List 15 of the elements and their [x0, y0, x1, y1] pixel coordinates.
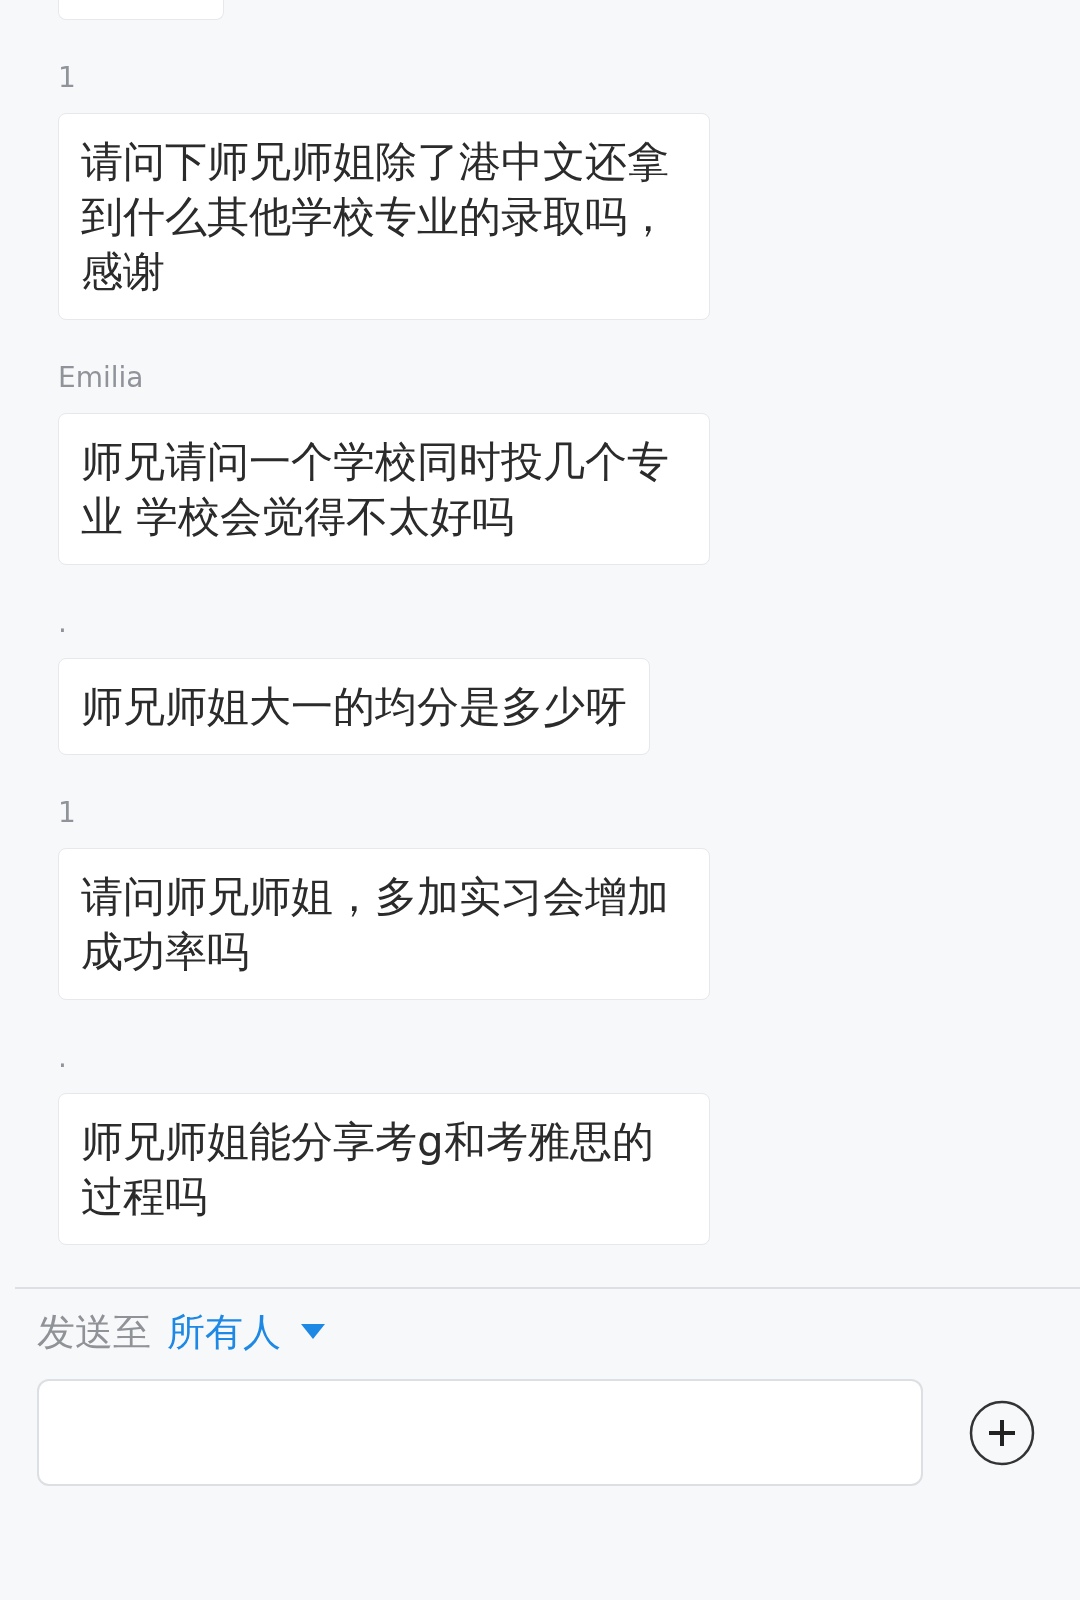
caret-icon [301, 1324, 325, 1340]
send-to-label: 发送至 [37, 1308, 151, 1356]
add-icon[interactable] [969, 1399, 1035, 1466]
message-bubble: 师兄师姐能分享考g和考雅思的过程吗 [58, 1093, 710, 1245]
sender-name: 1 [58, 60, 76, 96]
message-bubble: 请问下师兄师姐除了港中文还拿到什么其他学校专业的录取吗，感谢 [58, 113, 710, 320]
sender-name: . [58, 605, 67, 641]
message-bubble: 师兄请问一个学校同时投几个专业 学校会觉得不太好吗 [58, 413, 710, 565]
message-input-field[interactable] [37, 1379, 923, 1486]
sender-name: . [58, 1040, 67, 1076]
recipient-dropdown[interactable]: 所有人 [167, 1306, 325, 1358]
sender-name: 1 [58, 795, 76, 831]
message-bubble: 请问师兄师姐，多加实习会增加成功率吗 [58, 848, 710, 1000]
sender-name: Emilia [58, 360, 144, 396]
message-bubble: 师兄师姐大一的均分是多少呀 [58, 658, 650, 755]
